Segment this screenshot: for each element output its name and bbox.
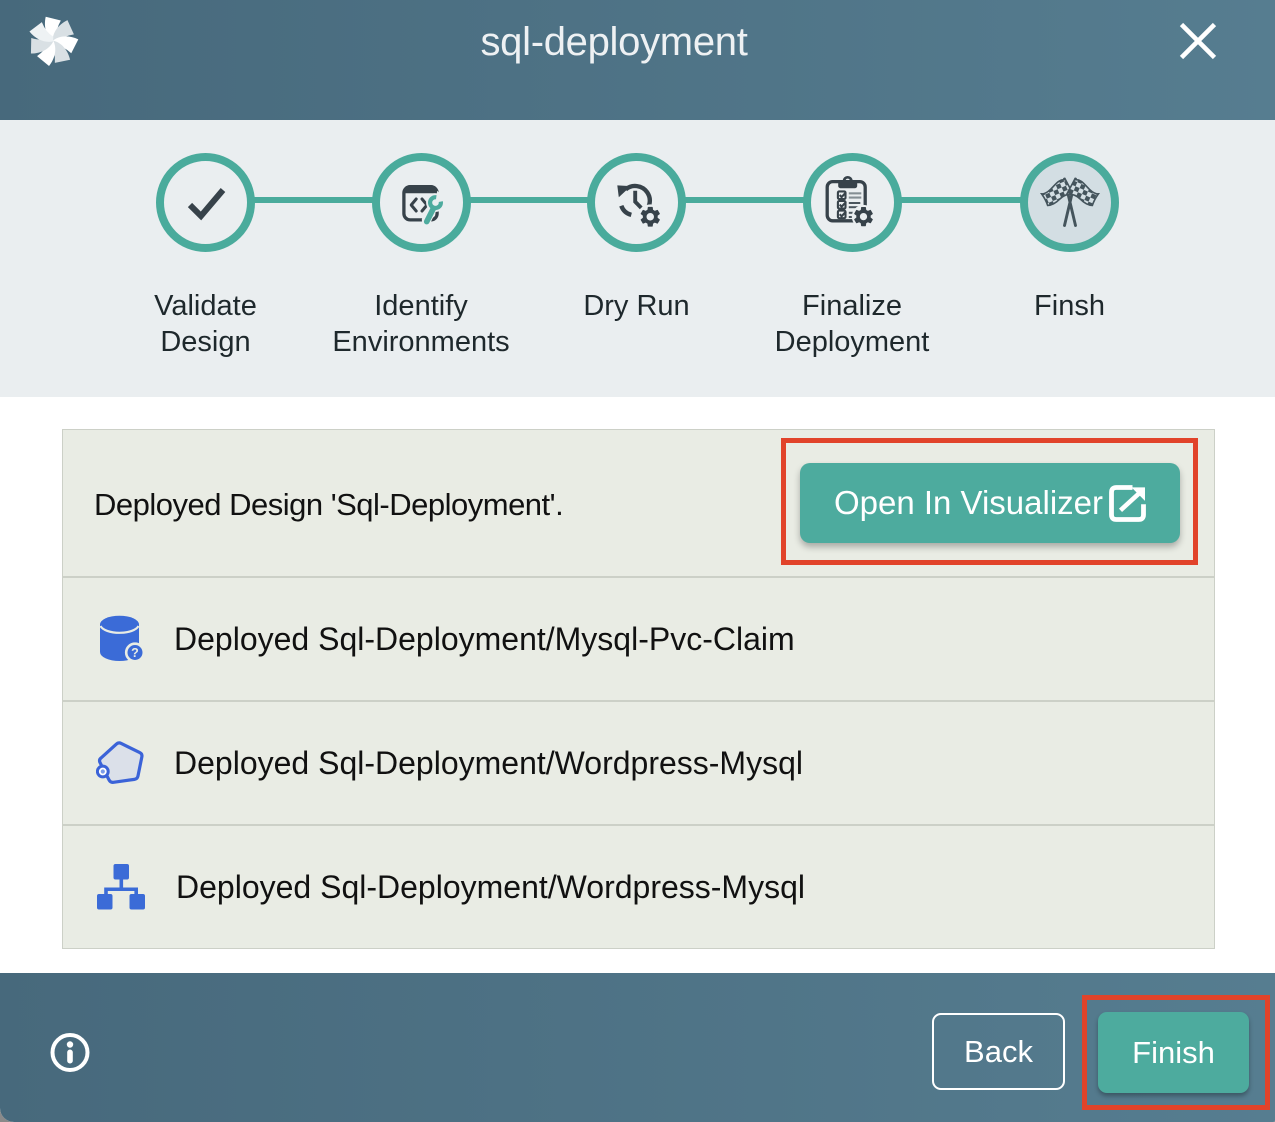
svg-text:?: ? [131,646,139,660]
